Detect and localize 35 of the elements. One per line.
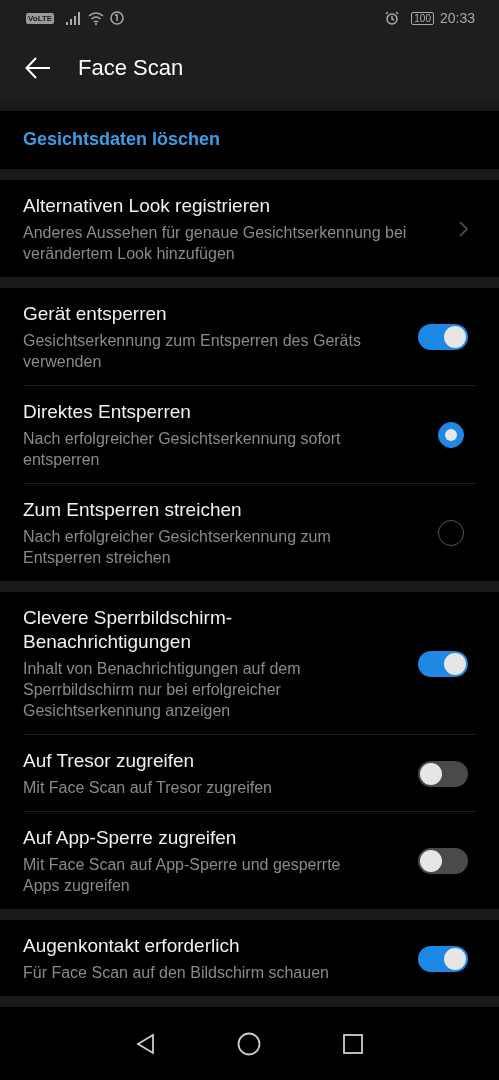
- radio-button[interactable]: [438, 422, 464, 448]
- back-icon[interactable]: [25, 57, 51, 79]
- recents-nav-icon[interactable]: [341, 1032, 364, 1055]
- chevron-right-icon[interactable]: [459, 221, 468, 237]
- setting-title: Gerät entsperren: [23, 302, 168, 326]
- setting-title: Augenkontakt erforderlich: [23, 934, 241, 958]
- page-title: Face Scan: [78, 55, 184, 81]
- setting-description: Nach erfolgreicher Gesichtserkennung sofort entsperren: [23, 429, 342, 470]
- toggle-switch[interactable]: [418, 650, 468, 677]
- wifi-icon: [88, 11, 105, 25]
- alarm-icon: [385, 11, 400, 25]
- data-saver-icon: [110, 11, 125, 25]
- setting-description: Für Face Scan auf den Bildschirm schauen: [23, 963, 329, 983]
- setting-description: Inhalt von Benachrichtigungen auf dem Sperrbildschirm nur bei erfolgreicher Gesichtserkennung anzeigen: [23, 659, 302, 721]
- setting-title: Zum Entsperren streichen: [23, 498, 243, 522]
- setting-title: Auf Tresor zugreifen: [23, 749, 196, 773]
- toggle-switch[interactable]: [418, 945, 468, 972]
- clock-time: 20:33: [439, 10, 475, 26]
- toggle-switch[interactable]: [418, 760, 468, 787]
- setting-description: Anderes Aussehen für genaue Gesichtserkennung bei verändertem Look hinzufügen: [23, 223, 408, 264]
- home-nav-icon[interactable]: [237, 1031, 262, 1056]
- setting-title: Clevere Sperrbildschirm-Benachrichtigungen: [23, 606, 234, 654]
- setting-description: Nach erfolgreicher Gesichtserkennung zum Entsperren streichen: [23, 527, 332, 568]
- setting-description: Gesichtserkennung zum Entsperren des Geräts verwenden: [23, 331, 362, 372]
- setting-title: Alternativen Look registrieren: [23, 194, 272, 218]
- volte-badge: VoLTE: [26, 12, 55, 24]
- setting-title: Direktes Entsperren: [23, 400, 192, 424]
- toggle-switch[interactable]: [418, 848, 468, 874]
- setting-title: Auf App-Sperre zugreifen: [23, 826, 238, 850]
- toggle-switch[interactable]: [418, 324, 468, 350]
- signal-icon: [66, 11, 83, 25]
- setting-description: Mit Face Scan auf Tresor zugreifen: [23, 778, 272, 798]
- battery-level: 100: [411, 11, 434, 25]
- setting-description: Mit Face Scan auf App-Sperre und gesperrte Apps zugreifen: [23, 855, 342, 896]
- delete-face-data-link[interactable]: Gesichtsdaten löschen: [23, 129, 221, 150]
